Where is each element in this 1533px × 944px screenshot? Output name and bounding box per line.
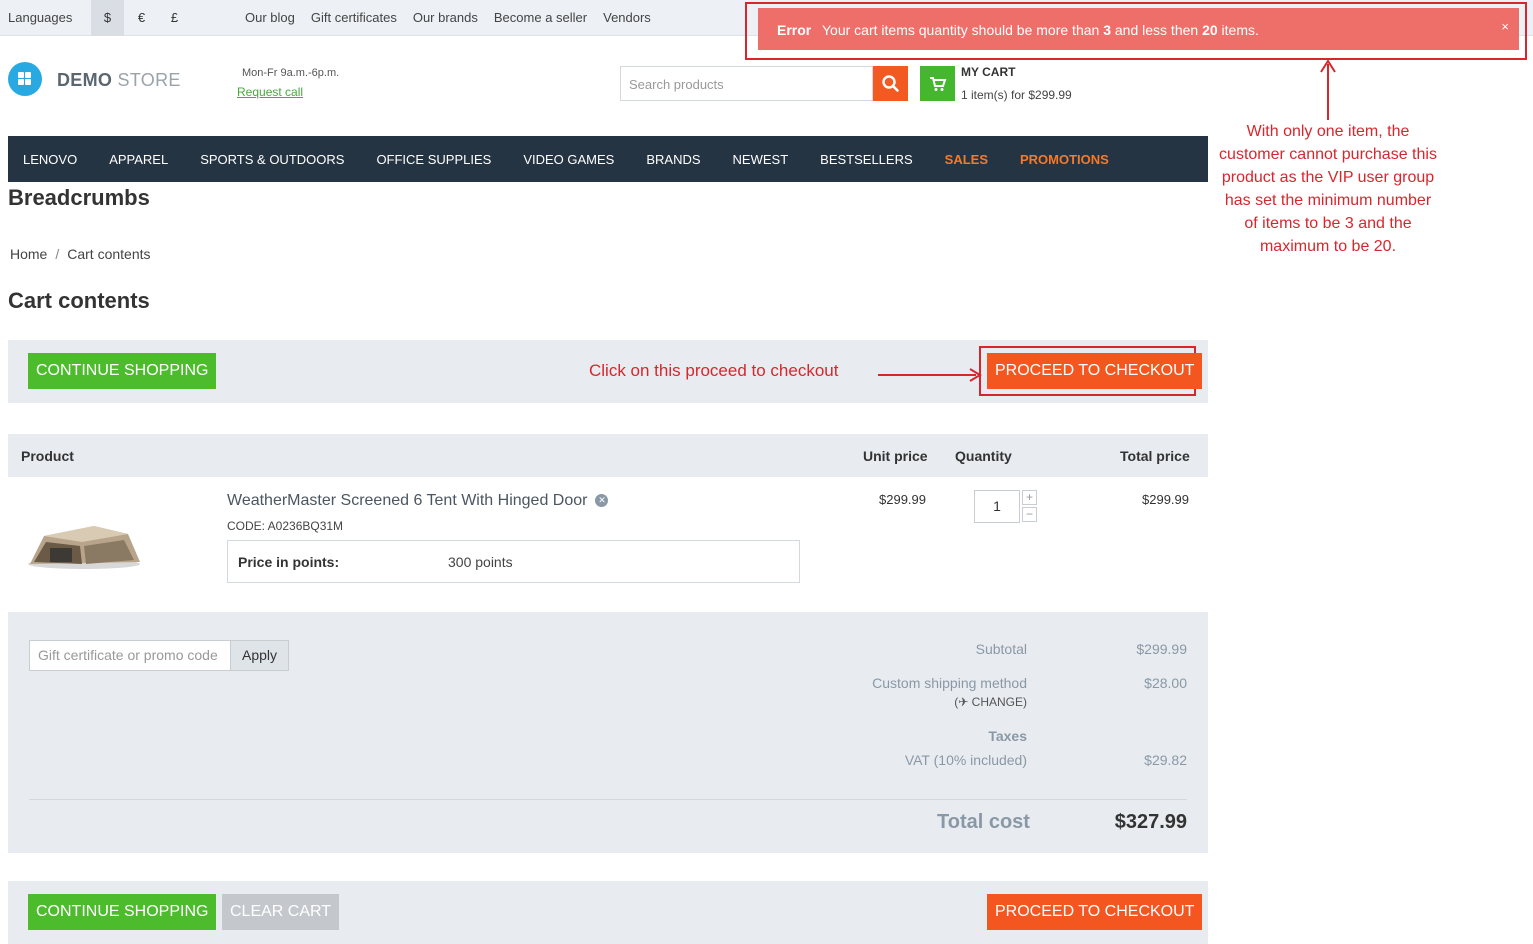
clear-cart-button[interactable]: CLEAR CART	[222, 894, 340, 930]
shipping-label: Custom shipping method	[872, 675, 1027, 691]
request-call-link[interactable]: Request call	[237, 85, 303, 99]
nav-item-promotions[interactable]: PROMOTIONS	[1020, 152, 1109, 167]
col-total-price: Total price	[1120, 448, 1190, 464]
vat-value: $29.82	[1144, 752, 1187, 768]
change-label[interactable]: CHANGE	[972, 695, 1023, 709]
currency-eur[interactable]: €	[125, 0, 158, 36]
up-arrow-icon	[1320, 59, 1336, 120]
breadcrumb: Home / Cart contents	[10, 246, 151, 262]
product-name-text[interactable]: WeatherMaster Screened 6 Tent With Hinge…	[227, 492, 587, 509]
shipping-value: $28.00	[1144, 675, 1187, 691]
arrow-icon	[878, 368, 982, 382]
vat-label: VAT (10% included)	[904, 752, 1027, 768]
col-unit-price: Unit price	[863, 448, 928, 464]
subtotal-label: Subtotal	[975, 641, 1027, 657]
checkout-hint: Click on this proceed to checkout	[589, 361, 839, 380]
taxes-label: Taxes	[988, 728, 1027, 744]
nav-item-video-games[interactable]: VIDEO GAMES	[523, 152, 614, 167]
languages-selector[interactable]: Languages	[8, 10, 72, 25]
quantity-decrease-button[interactable]: −	[1022, 507, 1037, 522]
error-explanation-note: With only one item, the customer cannot …	[1219, 123, 1437, 255]
close-icon[interactable]: ×	[1501, 19, 1509, 34]
change-shipping-link[interactable]: (✈ CHANGE)	[907, 695, 1027, 709]
total-cost-value: $327.99	[1114, 811, 1187, 833]
cart-button[interactable]	[920, 66, 955, 101]
logo-text[interactable]: DEMO STORE	[57, 70, 181, 91]
summary-divider	[29, 799, 1187, 800]
page-title: Cart contents	[8, 288, 150, 313]
logo-bold: DEMO	[57, 70, 113, 90]
my-cart-label[interactable]: MY CART	[961, 65, 1015, 79]
nav-item-sports[interactable]: SPORTS & OUTDOORS	[200, 152, 344, 167]
product-name[interactable]: WeatherMaster Screened 6 Tent With Hinge…	[227, 492, 609, 510]
currency-usd[interactable]: $	[91, 0, 124, 36]
cart-icon	[930, 77, 947, 91]
breadcrumb-separator: /	[55, 246, 60, 262]
total-cost-label: Total cost	[937, 811, 1030, 833]
points-value: 300 points	[448, 554, 513, 570]
business-hours: Mon-Fr 9a.m.-6p.m.	[242, 67, 340, 79]
product-code: CODE: A0236BQ31M	[227, 519, 344, 533]
logo-icon[interactable]	[8, 62, 42, 96]
product-image[interactable]	[24, 512, 142, 572]
proceed-checkout-button[interactable]: PROCEED TO CHECKOUT	[987, 353, 1203, 389]
plane-icon: ✈	[958, 695, 969, 709]
search-input[interactable]: Search products	[620, 66, 873, 101]
nav-item-bestsellers[interactable]: BESTSELLERS	[820, 152, 913, 167]
link-brands[interactable]: Our brands	[413, 10, 478, 25]
link-become-seller[interactable]: Become a seller	[494, 10, 587, 25]
continue-shopping-button[interactable]: CONTINUE SHOPPING	[28, 353, 217, 389]
logo-light: STORE	[117, 70, 181, 90]
quantity-increase-button[interactable]: +	[1022, 490, 1037, 505]
points-box: Price in points: 300 points	[227, 540, 800, 583]
proceed-checkout-button-bottom[interactable]: PROCEED TO CHECKOUT	[987, 894, 1203, 930]
search-button[interactable]	[873, 66, 908, 101]
promo-code-input[interactable]: Gift certificate or promo code	[29, 640, 231, 671]
currency-gbp[interactable]: £	[158, 0, 191, 36]
quantity-input[interactable]: 1	[974, 490, 1020, 523]
nav-item-sales[interactable]: SALES	[945, 152, 988, 167]
subtotal-value: $299.99	[1136, 641, 1187, 657]
nav-item-office[interactable]: OFFICE SUPPLIES	[376, 152, 491, 167]
link-blog[interactable]: Our blog	[245, 10, 295, 25]
search-icon	[882, 75, 899, 92]
remove-icon[interactable]: ✕	[595, 494, 609, 508]
nav-item-apparel[interactable]: APPAREL	[109, 152, 168, 167]
link-gift-certificates[interactable]: Gift certificates	[311, 10, 397, 25]
col-quantity: Quantity	[955, 448, 1012, 464]
main-nav: LENOVO APPAREL SPORTS & OUTDOORS OFFICE …	[8, 136, 1208, 182]
points-label: Price in points:	[238, 554, 340, 570]
continue-shopping-button-bottom[interactable]: CONTINUE SHOPPING	[28, 894, 217, 930]
top-links: Our blog Gift certificates Our brands Be…	[245, 10, 651, 25]
nav-item-newest[interactable]: NEWEST	[733, 152, 789, 167]
link-vendors[interactable]: Vendors	[603, 10, 651, 25]
unit-price: $299.99	[879, 492, 926, 507]
cart-summary[interactable]: 1 item(s) for $299.99	[961, 88, 1072, 102]
breadcrumbs-heading: Breadcrumbs	[8, 185, 150, 210]
error-message: Your cart items quantity should be more …	[822, 22, 1259, 38]
total-price: $299.99	[1142, 492, 1189, 507]
error-notification: Error Your cart items quantity should be…	[758, 8, 1519, 50]
error-title: Error	[777, 22, 812, 38]
nav-item-brands[interactable]: BRANDS	[646, 152, 700, 167]
apply-button[interactable]: Apply	[230, 640, 289, 671]
col-product: Product	[21, 448, 74, 464]
nav-item-lenovo[interactable]: LENOVO	[23, 152, 77, 167]
cart-table-header: Product Unit price Quantity Total price	[8, 434, 1208, 477]
breadcrumb-home[interactable]: Home	[10, 246, 47, 262]
breadcrumb-current: Cart contents	[67, 246, 151, 262]
